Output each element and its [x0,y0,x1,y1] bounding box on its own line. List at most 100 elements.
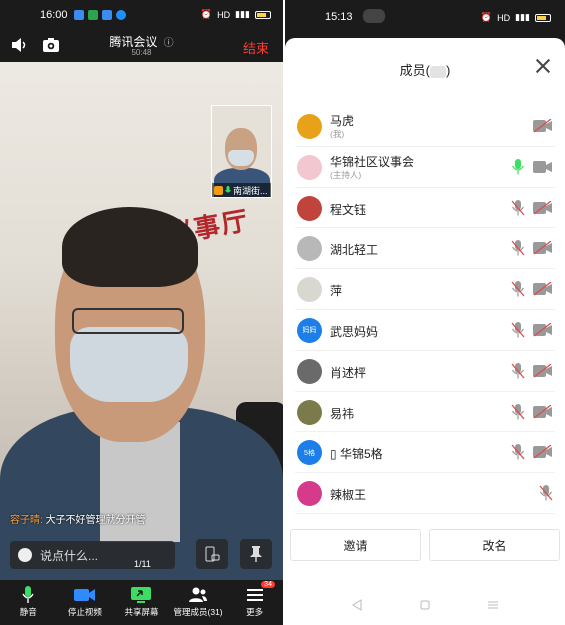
invite-button[interactable]: 邀请 [290,529,421,561]
video-off-icon[interactable] [533,119,553,133]
battery-icon [535,13,551,22]
microphone-icon [22,586,34,603]
member-avatar [297,114,322,139]
members-title: 成员() [285,60,565,79]
chat-sender: 容子晴: [10,515,43,526]
microphone-icon [225,185,231,192]
chat-message: 容子晴: 大子不好管理就分开管 [10,511,146,526]
home-icon[interactable] [419,599,431,611]
hd-indicator: HD [497,12,511,23]
video-off-icon[interactable] [533,404,553,419]
back-icon[interactable] [351,599,363,611]
more-button[interactable]: 34 更多 [226,580,283,625]
status-time: 15:13 [325,11,353,23]
video-camera-icon[interactable] [533,160,553,174]
member-avatar [297,195,322,221]
member-role: (我) [330,129,345,139]
microphone-icon[interactable] [511,281,525,297]
meeting-screen: 16:00 ⏰ HD ▮▮▮ 腾讯会议 ⓘ 50:48 结束 南湖街... 容子… [0,0,283,625]
member-row[interactable]: 程文钰 [295,188,555,229]
microphone-icon[interactable] [511,240,525,256]
rotate-screen-button[interactable] [196,539,228,569]
speaker-hair [62,207,198,287]
app-notification-icon [101,10,112,20]
video-camera-icon [73,589,95,601]
manage-members-label: 管理成员(31) [173,607,223,617]
member-row[interactable]: 湖北轻工 [295,228,555,270]
pip-name: 南湖街... [233,185,268,196]
member-row[interactable]: 马虎 (我) [295,106,555,147]
video-off-icon[interactable] [533,363,553,378]
member-avatar: 5格 [297,440,322,466]
pip-label: 南湖街... [212,183,271,197]
microphone-icon[interactable] [511,362,525,379]
member-name: 湖北轻工 [330,243,379,258]
status-right-icons: ⏰ HD ▮▮▮ [201,9,271,20]
member-row[interactable]: 萍 [295,269,555,310]
member-avatar [297,154,322,180]
member-count-redacted [430,65,446,78]
video-off-icon[interactable] [533,282,553,296]
member-row[interactable]: 肖述枰 [295,351,555,392]
member-name: 马虎 [330,114,355,128]
members-title-end: ) [446,63,451,78]
video-off-icon[interactable] [533,200,553,215]
member-row[interactable]: 华锦社区议事会 (主持人) [295,147,555,188]
end-meeting-button[interactable]: 结束 [243,38,269,57]
meeting-duration: 50:48 [131,48,152,57]
share-screen-button[interactable]: 共享屏幕 [113,580,170,625]
self-view-pip[interactable]: 南湖街... [211,105,272,198]
video-off-icon[interactable] [533,241,553,255]
screenshot-composite: 16:00 ⏰ HD ▮▮▮ 腾讯会议 ⓘ 50:48 结束 南湖街... 容子… [0,0,565,625]
member-name: 华锦社区议事会 [330,154,415,169]
member-role: (主持人) [330,169,362,180]
status-right-icons: ⏰ HD ▮▮▮ [481,12,551,23]
microphone-icon[interactable] [539,485,553,501]
member-avatar: 妈妈 [297,317,322,343]
notification-badge: 34 [261,581,275,588]
video-off-icon[interactable] [533,322,553,337]
mute-button[interactable]: 静音 [0,580,57,625]
members-sheet: 成员() 马虎 (我) 华锦社区议事会 (主持人) 程文钰 湖北轻工 萍 妈妈 … [285,38,565,625]
stop-video-label: 停止视频 [67,607,102,617]
microphone-icon[interactable] [511,444,525,460]
stop-video-button[interactable]: 停止视频 [57,580,114,625]
emoji-icon[interactable] [18,548,32,562]
manage-members-button[interactable]: 管理成员(31) [170,580,227,625]
battery-icon [255,10,271,19]
video-off-icon[interactable] [533,445,553,459]
pin-button[interactable] [240,539,272,569]
member-row[interactable]: 易祎 [295,392,555,433]
signal-icon: ▮▮▮ [235,9,250,19]
rotate-screen-icon [205,546,220,562]
avatar-text: 5格 [304,449,315,457]
members-title-text: 成员( [399,63,430,78]
members-screen: 15:13 ⏰ HD ▮▮▮ 成员() 马虎 (我) 华锦社区议事会 (主持人)… [285,0,565,625]
members-icon [189,587,208,602]
member-avatar [297,399,322,425]
page-indicator: 1/11 [134,559,151,569]
member-row[interactable]: 妈妈 武思妈妈 [295,310,555,351]
alarm-icon: ⏰ [200,9,213,19]
microphone-icon[interactable] [511,321,525,338]
close-icon[interactable] [535,58,551,74]
signal-icon: ▮▮▮ [515,12,530,22]
member-name: 程文钰 [330,202,367,217]
member-name: 萍 [330,284,343,299]
rename-button[interactable]: 改名 [429,529,560,561]
hd-indicator: HD [217,9,231,20]
meeting-title: 腾讯会议 [109,35,158,49]
microphone-icon[interactable] [511,403,525,420]
member-row[interactable]: 辣椒王 [295,473,555,514]
share-screen-label: 共享屏幕 [124,607,159,617]
pin-icon [250,546,262,562]
share-screen-icon [131,587,152,603]
speaker-glasses [72,308,184,334]
microphone-icon[interactable] [511,199,525,216]
member-avatar [297,236,322,262]
member-row[interactable]: 5格 ▯ 华锦5格 [295,432,555,474]
status-bar: 16:00 ⏰ HD ▮▮▮ [0,0,283,30]
alarm-icon: ⏰ [480,12,493,22]
microphone-icon[interactable] [511,158,525,175]
recents-icon[interactable] [487,599,499,611]
